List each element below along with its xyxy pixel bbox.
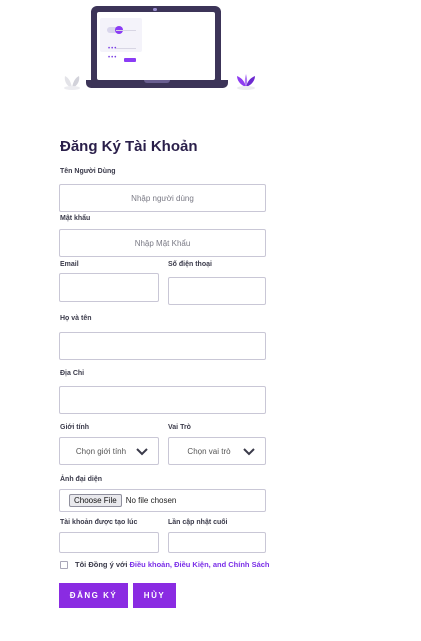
mini-dots: ••• (108, 46, 118, 52)
gender-label: Giới tính (60, 424, 90, 431)
page-title: Đăng Ký Tài Khoản (60, 138, 198, 155)
gender-select[interactable]: Chọn giới tính (59, 437, 159, 465)
choose-file-button[interactable]: Choose File (69, 494, 122, 507)
file-status: No file chosen (125, 496, 177, 505)
register-button[interactable]: ĐĂNG KÝ (59, 583, 128, 608)
created-at-label: Tài khoản được tạo lúc (60, 519, 138, 526)
username-input[interactable] (59, 184, 266, 212)
plant-left-icon (64, 76, 80, 90)
terms-link[interactable]: Điều khoản, Điều Kiện, and Chính Sách (130, 560, 270, 569)
address-label: Địa Chỉ (60, 370, 85, 377)
plant-right-icon (237, 74, 255, 90)
terms-checkbox[interactable] (60, 561, 68, 569)
created-at-input[interactable] (59, 532, 159, 553)
role-label: Vai Trò (168, 424, 191, 431)
avatar-file-input[interactable]: Choose File No file chosen (59, 489, 266, 512)
chevron-down-icon (243, 448, 255, 456)
laptop-illustration: ••• ••• (58, 0, 268, 98)
mini-button (124, 58, 136, 62)
email-label: Email (60, 261, 79, 268)
avatar-label: Ảnh đại diện (60, 476, 102, 483)
phone-input[interactable] (168, 277, 266, 305)
mini-card (100, 18, 142, 52)
phone-label: Số điện thoại (168, 261, 212, 268)
role-select[interactable]: Chọn vai trò (168, 437, 266, 465)
updated-at-label: Lần cập nhật cuối (168, 519, 228, 526)
updated-at-input[interactable] (168, 532, 266, 553)
chevron-down-icon (136, 448, 148, 456)
gender-selected: Chọn giới tính (75, 446, 127, 456)
address-input[interactable] (59, 386, 266, 414)
terms-text: Tôi Đồng ý với Điều khoản, Điều Kiện, an… (75, 560, 270, 569)
email-input[interactable] (59, 273, 159, 302)
terms-prefix: Tôi Đồng ý với (75, 560, 130, 569)
role-selected: Chọn vai trò (187, 446, 231, 456)
cancel-button[interactable]: HỦY (133, 583, 176, 608)
username-label: Tên Người Dùng (60, 168, 116, 175)
password-label: Mật khẩu (60, 215, 91, 222)
fullname-label: Họ và tên (60, 315, 92, 322)
password-input[interactable] (59, 229, 266, 257)
mini-dots: ••• (108, 55, 118, 61)
fullname-input[interactable] (59, 332, 266, 360)
